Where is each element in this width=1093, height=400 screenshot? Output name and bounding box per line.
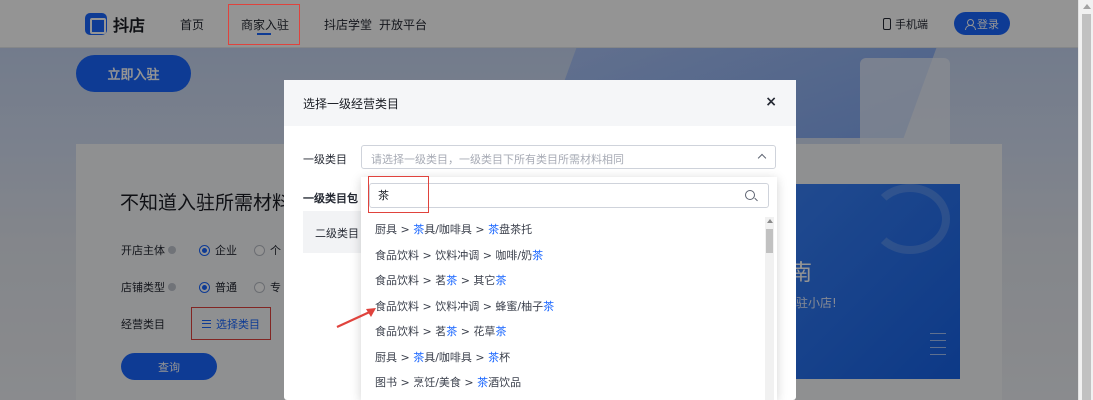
primary-category-label: 一级类目 xyxy=(303,153,347,166)
close-icon[interactable]: × xyxy=(765,95,777,109)
scroll-up-arrow-icon[interactable] xyxy=(1083,4,1091,9)
category-result-item[interactable]: 厨具 > 茶具/咖啡具 > 茶杯 xyxy=(375,349,510,365)
result-keyword-highlight: 茶 xyxy=(543,299,555,313)
category-result-item[interactable]: 厨具 > 茶具/咖啡具 > 茶盘茶托 xyxy=(375,221,532,237)
result-keyword-highlight: 茶 xyxy=(495,325,507,338)
result-path-text: 厨具 > xyxy=(375,350,414,364)
result-path-text: 厨具 > xyxy=(375,223,414,236)
result-path-text: 具/咖啡具 > xyxy=(424,350,489,364)
category-result-item[interactable]: 食品饮料 > 饮料冲调 > 蜂蜜/柚子茶 xyxy=(375,298,554,314)
result-path-text: 图书 > 烹饪/美食 > xyxy=(375,376,478,389)
dropdown-scrollbar[interactable] xyxy=(765,217,774,400)
result-path-text: 食品饮料 > 饮料冲调 > 蜂蜜/柚子 xyxy=(375,299,544,313)
result-keyword-highlight: 茶 xyxy=(488,350,500,364)
page-scrollbar-thumb[interactable] xyxy=(1082,14,1091,400)
result-path-text: > 其它 xyxy=(457,274,496,287)
category-search-field[interactable] xyxy=(369,183,769,208)
scrollbar-thumb[interactable] xyxy=(766,229,773,253)
category-result-item[interactable]: 食品饮料 > 茗茶 > 花草茶 xyxy=(375,323,506,339)
result-keyword-highlight: 茶 xyxy=(413,223,425,236)
result-keyword-highlight: 茶 xyxy=(532,248,544,262)
result-path-text: 盘茶托 xyxy=(499,223,533,236)
category-result-item[interactable]: 食品饮料 > 饮料冲调 > 咖啡/奶茶 xyxy=(375,247,543,263)
result-keyword-highlight: 茶 xyxy=(495,274,507,287)
search-annotation-box xyxy=(368,176,429,213)
nav-annotation-box xyxy=(228,4,300,45)
search-icon[interactable] xyxy=(745,190,755,200)
result-keyword-highlight: 茶 xyxy=(488,223,500,236)
secondary-category-label: 二级类目 xyxy=(315,227,359,240)
result-path-text: 杯 xyxy=(499,350,511,364)
result-path-text: 食品饮料 > 饮料冲调 > 咖啡/奶 xyxy=(375,248,533,262)
modal-header: 选择一级经营类目 × xyxy=(284,80,796,126)
primary-includes-label: 一级类目包 xyxy=(303,192,358,205)
page-scrollbar[interactable] xyxy=(1078,0,1093,400)
result-path-text: 食品饮料 > 茗 xyxy=(375,274,447,287)
scroll-up-arrow-icon[interactable] xyxy=(767,219,773,223)
primary-category-placeholder: 请选择一级类目，一级类目下所有类目所需材料相同 xyxy=(371,153,624,166)
annotation-arrow-icon xyxy=(336,308,376,328)
chevron-up-icon xyxy=(757,153,767,163)
category-result-item[interactable]: 图书 > 烹饪/美食 > 茶酒饮品 xyxy=(375,374,521,390)
result-keyword-highlight: 茶 xyxy=(446,274,458,287)
result-keyword-highlight: 茶 xyxy=(477,376,489,389)
result-path-text: 具/咖啡具 > xyxy=(424,223,489,236)
modal-title: 选择一级经营类目 xyxy=(303,97,400,111)
category-result-item[interactable]: 食品饮料 > 茗茶 > 其它茶 xyxy=(375,272,506,288)
category-search-input[interactable] xyxy=(378,188,738,201)
result-path-text: > 花草 xyxy=(457,325,496,338)
result-keyword-highlight: 茶 xyxy=(413,350,425,364)
secondary-category-panel: 二级类目 xyxy=(303,211,363,253)
result-path-text: 酒饮品 xyxy=(488,376,522,389)
result-path-text: 食品饮料 > 茗 xyxy=(375,325,447,338)
primary-category-select[interactable]: 请选择一级类目，一级类目下所有类目所需材料相同 xyxy=(361,145,776,169)
result-keyword-highlight: 茶 xyxy=(446,325,458,338)
